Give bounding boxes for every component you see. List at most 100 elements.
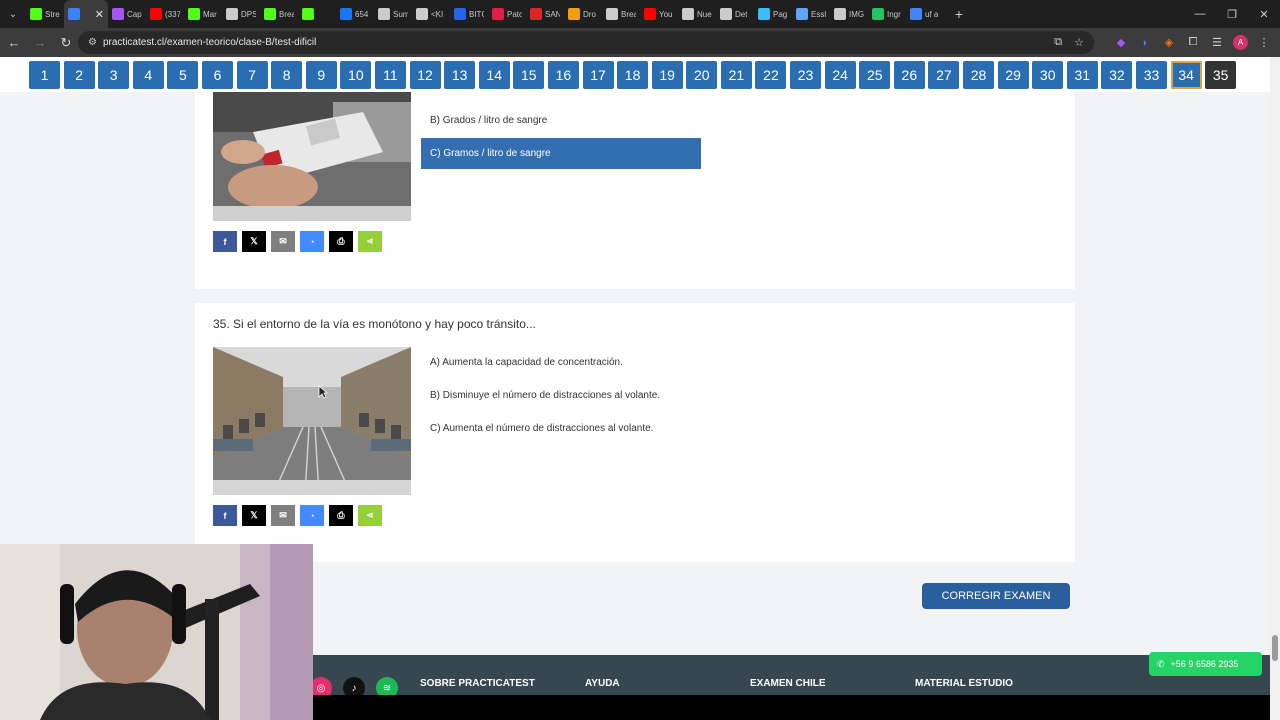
question-nav-button[interactable]: 30 [1032,60,1064,89]
close-tab-icon[interactable]: ✕ [95,8,104,21]
question-nav-button[interactable]: 28 [963,60,995,89]
question-nav-button[interactable]: 25 [859,60,891,89]
browser-tab[interactable]: Patc [488,0,526,28]
browser-tab[interactable]: Brea [602,0,640,28]
facebook-share-button[interactable]: f [213,505,237,526]
question-nav-button[interactable]: 8 [271,60,303,89]
browser-tab[interactable]: Dro [564,0,602,28]
question-nav-button[interactable]: 34 [1170,60,1202,89]
question-nav-button[interactable]: 4 [132,60,164,89]
browser-tab[interactable]: Nue [678,0,716,28]
scrollbar-thumb[interactable] [1272,635,1278,661]
question-nav-button[interactable]: 5 [167,60,199,89]
question-nav-button[interactable]: 21 [720,60,752,89]
question-nav-button[interactable]: 14 [478,60,510,89]
whatsapp-button[interactable]: ✆ +56 9 6586 2935 [1149,652,1262,676]
question-nav-button[interactable]: 19 [651,60,683,89]
menu-icon[interactable]: ⋮ [1256,36,1272,49]
close-window-icon[interactable]: ✕ [1248,0,1280,28]
print-share-button[interactable]: ⎙ [329,231,353,252]
question-nav-button[interactable]: 11 [374,60,406,89]
reading-list-icon[interactable]: ☰ [1209,36,1225,49]
correct-exam-button[interactable]: CORREGIR EXAMEN [922,583,1070,609]
browser-tab[interactable]: Brea [260,0,298,28]
site-info-icon[interactable]: ⚙ [88,37,97,48]
extension-icon[interactable]: ◗ [1137,37,1153,49]
back-icon[interactable]: ← [2,31,26,55]
question-nav-button[interactable]: 33 [1136,60,1167,89]
browser-tab[interactable]: ✕ [64,0,108,28]
answer-option[interactable]: B) Disminuye el número de distracciones … [421,380,701,411]
email-share-button[interactable]: ✉ [271,505,295,526]
question-nav-button[interactable]: 13 [444,60,476,89]
forward-icon[interactable]: → [28,31,52,55]
install-app-icon[interactable]: ⧉ [1054,36,1062,49]
tab-search-icon[interactable]: ⌄ [0,0,26,28]
question-nav-button[interactable]: 3 [98,60,130,89]
question-nav-button[interactable]: 26 [893,60,925,89]
question-nav-button[interactable]: 32 [1101,60,1133,89]
browser-tab[interactable]: Stre [26,0,64,28]
x-share-button[interactable]: 𝕏 [242,231,266,252]
facebook-share-button[interactable]: f [213,231,237,252]
footer-heading-help[interactable]: AYUDA [585,678,620,689]
browser-tab[interactable] [298,0,336,28]
page-scrollbar[interactable] [1270,57,1280,720]
messenger-share-button[interactable]: ◔ [300,505,324,526]
question-nav-button[interactable]: 7 [236,60,268,89]
extension-icon[interactable]: ◆ [1113,36,1129,49]
footer-heading-exam-chile[interactable]: EXAMEN CHILE [750,678,826,689]
new-tab-button[interactable]: + [948,6,970,22]
question-nav-button[interactable]: 27 [928,60,960,89]
question-nav-button[interactable]: 16 [547,60,579,89]
footer-heading-study-material[interactable]: MATERIAL ESTUDIO [915,678,1013,689]
browser-tab[interactable]: IMG [830,0,868,28]
question-nav-button[interactable]: 23 [790,60,822,89]
question-nav-button[interactable]: 24 [824,60,856,89]
browser-tab[interactable]: Mar [184,0,222,28]
browser-tab[interactable]: DPS [222,0,260,28]
question-nav-button[interactable]: 6 [201,60,233,89]
question-nav-button[interactable]: 29 [997,60,1029,89]
extension-icon[interactable]: ◈ [1161,36,1177,49]
messenger-share-button[interactable]: ◔ [300,231,324,252]
browser-tab[interactable]: SAN [526,0,564,28]
bookmark-star-icon[interactable]: ☆ [1074,36,1084,49]
sharethis-share-button[interactable]: ⋖ [358,231,382,252]
question-nav-button[interactable]: 20 [686,60,718,89]
url-field[interactable]: ⚙ practicatest.cl/examen-teorico/clase-B… [78,31,1094,54]
answer-option[interactable]: A) Aumenta la capacidad de concentración… [421,347,701,378]
browser-tab[interactable]: BITC [450,0,488,28]
question-nav-button[interactable]: 9 [305,60,337,89]
browser-tab[interactable]: Pag [754,0,792,28]
question-nav-button[interactable]: 35 [1205,60,1237,89]
answer-option[interactable]: C) Aumenta el número de distracciones al… [421,413,701,444]
question-nav-button[interactable]: 2 [63,60,95,89]
question-nav-button[interactable]: 18 [617,60,649,89]
browser-tab[interactable]: Det [716,0,754,28]
minimize-icon[interactable]: — [1184,0,1216,28]
puzzle-icon[interactable]: ⧠ [1185,36,1201,49]
question-nav-button[interactable]: 10 [340,60,372,89]
answer-option[interactable]: C) Gramos / litro de sangre [421,138,701,169]
question-nav-button[interactable]: 12 [409,60,441,89]
question-nav-button[interactable]: 1 [29,60,60,89]
browser-tab[interactable]: You [640,0,678,28]
footer-heading-about[interactable]: SOBRE PRACTICATEST [420,678,535,689]
browser-tab[interactable]: (337 [146,0,184,28]
email-share-button[interactable]: ✉ [271,231,295,252]
restore-icon[interactable]: ❐ [1216,0,1248,28]
browser-tab[interactable]: 654 [336,0,374,28]
browser-tab[interactable]: Cap [108,0,146,28]
reload-icon[interactable]: ↻ [54,31,78,55]
x-share-button[interactable]: 𝕏 [242,505,266,526]
print-share-button[interactable]: ⎙ [329,505,353,526]
question-nav-button[interactable]: 15 [513,60,545,89]
browser-tab[interactable]: Ingr [868,0,906,28]
browser-tab[interactable]: uf a [906,0,944,28]
sharethis-share-button[interactable]: ⋖ [358,505,382,526]
question-nav-button[interactable]: 31 [1066,60,1098,89]
question-nav-button[interactable]: 22 [755,60,787,89]
browser-tab[interactable]: Sum [374,0,412,28]
question-nav-button[interactable]: 17 [582,60,614,89]
